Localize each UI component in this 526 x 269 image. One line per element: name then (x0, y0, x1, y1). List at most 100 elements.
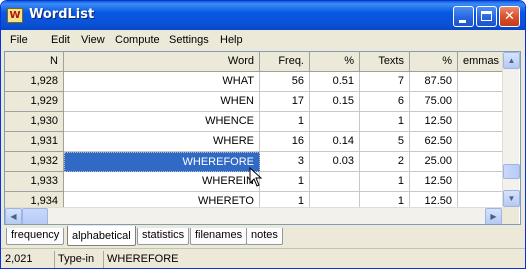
word-cell[interactable]: WHERE (64, 132, 260, 152)
table-row[interactable]: 1,934 WHERETO 1 1 12.50 (5, 192, 502, 207)
row-number[interactable]: 1,929 (5, 92, 64, 112)
freq-percent-cell[interactable]: 0.51 (310, 72, 360, 92)
row-number[interactable]: 1,928 (5, 72, 64, 92)
mouse-pointer-icon (249, 167, 263, 187)
freq-percent-cell[interactable]: 0.14 (310, 132, 360, 152)
menu-bar: File Edit View Compute Settings Help (4, 31, 522, 50)
texts-cell[interactable]: 5 (360, 132, 410, 152)
freq-percent-cell[interactable] (310, 192, 360, 207)
texts-cell[interactable]: 7 (360, 72, 410, 92)
scroll-left-button[interactable]: ◀ (5, 208, 22, 224)
table-row[interactable]: 1,930 WHENCE 1 1 12.50 (5, 112, 502, 132)
column-header-texts-percent[interactable]: % (410, 52, 458, 72)
table-row[interactable]: 1,931 WHERE 16 0.14 5 62.50 (5, 132, 502, 152)
chevron-up-icon: ▲ (507, 56, 516, 65)
row-number[interactable]: 1,932 (5, 152, 64, 172)
horizontal-scroll-thumb[interactable] (22, 208, 48, 224)
freq-cell[interactable]: 56 (260, 72, 310, 92)
column-header-word[interactable]: Word (64, 52, 260, 72)
title-bar[interactable]: W WordList ✕ (1, 1, 525, 30)
scroll-up-button[interactable]: ▲ (503, 52, 520, 69)
menu-view[interactable]: View (81, 34, 105, 46)
row-number[interactable]: 1,930 (5, 112, 64, 132)
menu-file[interactable]: File (10, 34, 28, 46)
texts-percent-cell[interactable]: 12.50 (410, 192, 458, 207)
freq-cell[interactable]: 16 (260, 132, 310, 152)
column-header-freq[interactable]: Freq. (260, 52, 310, 72)
scroll-right-button[interactable]: ▶ (485, 208, 502, 224)
window-title: WordList (29, 7, 95, 22)
tab-alphabetical[interactable]: alphabetical (67, 226, 136, 246)
wordlist-window: W WordList ✕ File Edit View Compute Sett… (0, 0, 526, 269)
word-cell-selected[interactable]: WHEREFORE (64, 152, 260, 172)
freq-percent-cell[interactable] (310, 112, 360, 132)
column-header-lemmas[interactable]: emmas (458, 52, 502, 72)
word-cell[interactable]: WHEREIN (64, 172, 260, 192)
row-number[interactable]: 1,931 (5, 132, 64, 152)
lemmas-cell[interactable] (458, 132, 502, 152)
word-cell[interactable]: WHEN (64, 92, 260, 112)
minimize-button[interactable] (453, 6, 474, 27)
column-header-texts[interactable]: Texts (360, 52, 410, 72)
freq-cell[interactable]: 1 (260, 172, 310, 192)
scroll-down-button[interactable]: ▼ (503, 190, 520, 207)
vertical-scroll-thumb[interactable] (503, 164, 520, 179)
status-bar: 2,021 Type-in WHEREFORE (1, 248, 525, 268)
texts-percent-cell[interactable]: 87.50 (410, 72, 458, 92)
word-cell[interactable]: WHENCE (64, 112, 260, 132)
maximize-button[interactable] (476, 6, 497, 27)
close-icon: ✕ (504, 9, 515, 24)
tab-statistics[interactable]: statistics (137, 228, 190, 245)
vertical-scrollbar[interactable]: ▲ ▼ (502, 52, 520, 207)
tab-frequency[interactable]: frequency (6, 228, 65, 245)
status-current-word: WHEREFORE (107, 253, 179, 265)
texts-percent-cell[interactable]: 75.00 (410, 92, 458, 112)
chevron-down-icon: ▼ (507, 194, 516, 203)
texts-cell[interactable]: 6 (360, 92, 410, 112)
menu-compute[interactable]: Compute (115, 34, 160, 46)
horizontal-scrollbar[interactable]: ◀ ▶ (5, 207, 502, 224)
lemmas-cell[interactable] (458, 192, 502, 207)
freq-cell[interactable]: 3 (260, 152, 310, 172)
freq-cell[interactable]: 1 (260, 112, 310, 132)
texts-cell[interactable]: 2 (360, 152, 410, 172)
freq-percent-cell[interactable]: 0.03 (310, 152, 360, 172)
texts-cell[interactable]: 1 (360, 172, 410, 192)
close-button[interactable]: ✕ (499, 6, 520, 27)
freq-cell[interactable]: 1 (260, 192, 310, 207)
word-cell[interactable]: WHERETO (64, 192, 260, 207)
lemmas-cell[interactable] (458, 112, 502, 132)
texts-percent-cell[interactable]: 12.50 (410, 172, 458, 192)
tab-filenames[interactable]: filenames (190, 228, 248, 245)
texts-cell[interactable]: 1 (360, 192, 410, 207)
freq-percent-cell[interactable]: 0.15 (310, 92, 360, 112)
lemmas-cell[interactable] (458, 172, 502, 192)
texts-cell[interactable]: 1 (360, 112, 410, 132)
lemmas-cell[interactable] (458, 72, 502, 92)
header-row: N Word Freq. % Texts % emmas (5, 52, 502, 72)
status-mode: Type-in (56, 251, 104, 268)
column-header-n[interactable]: N (5, 52, 64, 72)
lemmas-cell[interactable] (458, 152, 502, 172)
freq-cell[interactable]: 17 (260, 92, 310, 112)
freq-percent-cell[interactable] (310, 172, 360, 192)
menu-edit[interactable]: Edit (51, 34, 70, 46)
wordlist-app-icon: W (7, 8, 23, 23)
tab-notes[interactable]: notes (246, 228, 283, 245)
menu-settings[interactable]: Settings (169, 34, 209, 46)
lemmas-cell[interactable] (458, 92, 502, 112)
row-number[interactable]: 1,934 (5, 192, 64, 207)
scrollbar-corner (502, 207, 519, 224)
chevron-left-icon: ◀ (10, 212, 17, 221)
word-cell[interactable]: WHAT (64, 72, 260, 92)
table-row[interactable]: 1,928 WHAT 56 0.51 7 87.50 (5, 72, 502, 92)
texts-percent-cell[interactable]: 25.00 (410, 152, 458, 172)
menu-help[interactable]: Help (220, 34, 243, 46)
column-header-freq-percent[interactable]: % (310, 52, 360, 72)
texts-percent-cell[interactable]: 62.50 (410, 132, 458, 152)
texts-percent-cell[interactable]: 12.50 (410, 112, 458, 132)
view-tabs: frequency alphabetical statistics filena… (4, 226, 522, 246)
row-number[interactable]: 1,933 (5, 172, 64, 192)
table-row[interactable]: 1,929 WHEN 17 0.15 6 75.00 (5, 92, 502, 112)
word-list-grid: N Word Freq. % Texts % emmas 1,928 WHAT … (4, 51, 521, 225)
